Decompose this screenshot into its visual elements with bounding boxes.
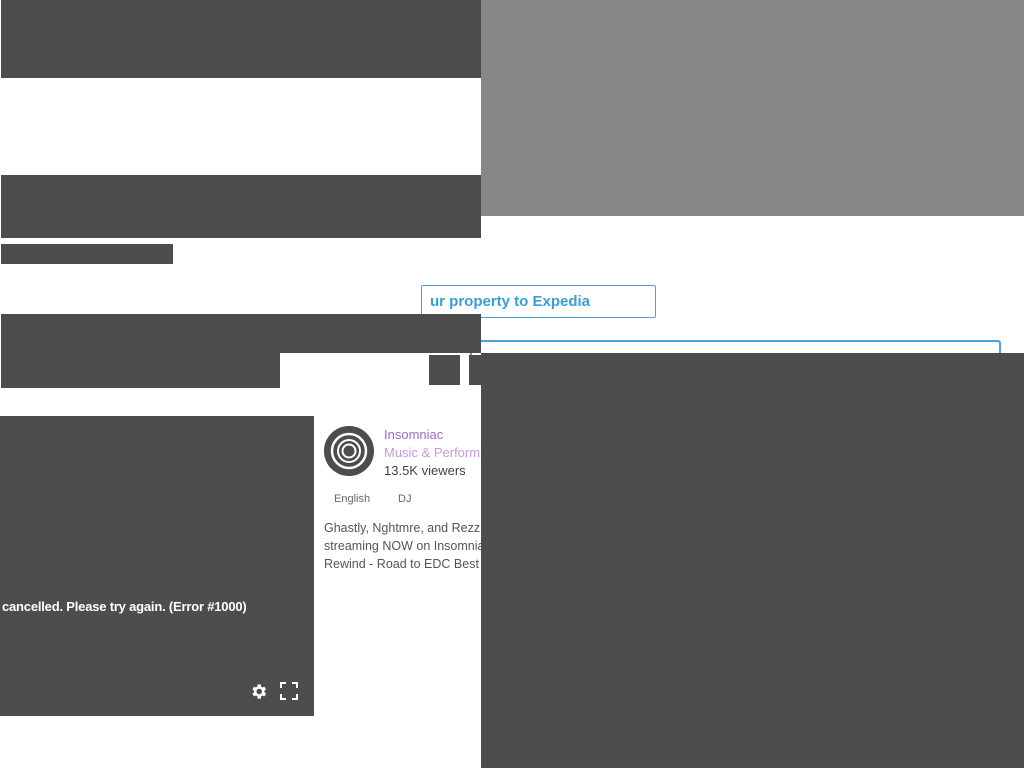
header-placeholder xyxy=(1,0,481,78)
viewer-count: 13.5K viewers xyxy=(384,463,466,478)
channel-name-link[interactable]: Insomniac xyxy=(384,427,443,442)
channel-category-link[interactable]: Music & Performin xyxy=(384,445,490,460)
thumbnail-placeholder xyxy=(429,355,460,385)
thumbnail-placeholder-partial xyxy=(469,355,481,385)
video-player[interactable]: cancelled. Please try again. (Error #100… xyxy=(0,416,314,716)
fullscreen-icon[interactable] xyxy=(280,682,298,700)
tag-dj[interactable]: DJ xyxy=(398,493,411,505)
gear-icon[interactable] xyxy=(249,682,268,701)
banner-placeholder xyxy=(1,175,481,238)
content-placeholder-short xyxy=(1,353,280,388)
tag-english[interactable]: English xyxy=(334,493,370,505)
text-line-placeholder xyxy=(1,244,173,264)
player-error-message: cancelled. Please try again. (Error #100… xyxy=(2,599,247,614)
content-placeholder xyxy=(1,314,481,353)
overlay-placeholder xyxy=(481,353,1024,768)
hero-image-placeholder xyxy=(481,0,1024,216)
eye-logo-icon[interactable] xyxy=(324,426,374,476)
